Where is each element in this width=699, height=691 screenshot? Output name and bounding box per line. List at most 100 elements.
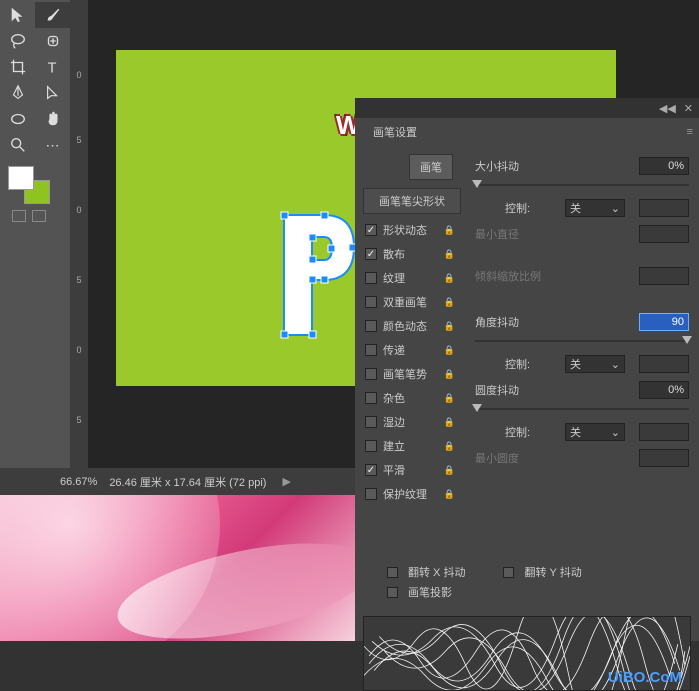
brush-option-row[interactable]: 纹理 🔒 (363, 266, 461, 290)
tools-panel: T ⋯ (0, 0, 70, 495)
brush-option-row[interactable]: 双重画笔🔒 (363, 290, 461, 314)
size-jitter-label: 大小抖动 (475, 158, 535, 174)
close-icon[interactable]: ✕ (684, 102, 693, 115)
tab-brush-settings[interactable]: 画笔设置 (365, 120, 425, 144)
option-label: 传递 (383, 342, 405, 358)
ruler-tick: 5 (72, 415, 86, 425)
option-checkbox[interactable] (365, 464, 377, 476)
quickmask-toggle[interactable] (12, 210, 26, 222)
brush-preview: UiBO.CoM (363, 616, 691, 691)
crop-tool[interactable] (0, 54, 35, 80)
brush-settings-panel: ◀◀ ✕ 画笔设置 ≡ 画笔 画笔笔尖形状 形状动态🔒散布🔒纹理🔒双重画笔🔒颜色… (355, 98, 699, 641)
more-tools[interactable]: ⋯ (35, 132, 70, 158)
brush-option-row[interactable]: 传递 🔒 (363, 338, 461, 362)
brush-option-row[interactable]: 杂色 🔒 (363, 386, 461, 410)
brush-option-row[interactable]: 保护纹理🔒 (363, 482, 461, 506)
lock-icon[interactable]: 🔒 (444, 441, 455, 452)
tilt-scale-label: 倾斜缩放比例 (475, 268, 555, 284)
panel-menu-icon[interactable]: ≡ (687, 126, 693, 138)
type-tool[interactable]: T (35, 54, 70, 80)
angle-jitter-input[interactable] (639, 313, 689, 331)
flip-y-checkbox[interactable] (503, 567, 514, 578)
option-checkbox[interactable] (365, 440, 377, 452)
option-label: 形状动态 (383, 222, 427, 238)
brush-projection-label: 画笔投影 (408, 584, 452, 600)
brush-option-row[interactable]: 建立🔒 (363, 434, 461, 458)
move-tool[interactable] (0, 2, 35, 28)
ruler-tick: 5 (72, 135, 86, 145)
brush-projection-checkbox[interactable] (387, 587, 398, 598)
option-checkbox[interactable] (365, 248, 377, 260)
option-checkbox[interactable] (365, 272, 377, 284)
brush-button[interactable]: 画笔 (409, 154, 453, 180)
angle-control-dropdown[interactable]: 关⌄ (565, 355, 625, 373)
brush-option-row[interactable]: 平滑🔒 (363, 458, 461, 482)
roundness-control-dropdown[interactable]: 关⌄ (565, 423, 625, 441)
option-label: 杂色 (383, 390, 405, 406)
angle-control-input (639, 355, 689, 373)
panel-header: ◀◀ ✕ (355, 98, 699, 118)
ruler-tick: 0 (72, 345, 86, 355)
roundness-jitter-input[interactable] (639, 381, 689, 399)
brush-tip-shape-header[interactable]: 画笔笔尖形状 (363, 188, 461, 214)
brush-option-row[interactable]: 散布 🔒 (363, 242, 461, 266)
option-checkbox[interactable] (365, 296, 377, 308)
zoom-tool[interactable] (0, 132, 35, 158)
control-label-3: 控制: (505, 424, 565, 440)
lasso-tool[interactable] (0, 28, 35, 54)
control-label: 控制: (505, 200, 565, 216)
option-checkbox[interactable] (365, 488, 377, 500)
size-jitter-slider[interactable] (475, 180, 689, 190)
collapse-icon[interactable]: ◀◀ (659, 102, 676, 115)
ruler-tick: 0 (72, 70, 86, 80)
lock-icon[interactable]: 🔒 (444, 273, 455, 284)
lock-icon[interactable]: 🔒 (444, 369, 455, 380)
hand-tool[interactable] (35, 106, 70, 132)
option-checkbox[interactable] (365, 224, 377, 236)
path-select-tool[interactable] (35, 80, 70, 106)
uibo-watermark: UiBO.CoM (608, 669, 682, 686)
option-label: 画笔笔势 (383, 366, 427, 382)
healing-tool[interactable] (35, 28, 70, 54)
roundness-jitter-slider[interactable] (475, 404, 689, 414)
option-label: 颜色动态 (383, 318, 427, 334)
chevron-right-icon[interactable]: ▶ (282, 475, 290, 488)
ruler-tick: 5 (72, 275, 86, 285)
flip-x-checkbox[interactable] (387, 567, 398, 578)
screenmode-toggle[interactable] (32, 210, 46, 222)
min-diameter-input (639, 225, 689, 243)
size-control-dropdown[interactable]: 关⌄ (565, 199, 625, 217)
brush-option-row[interactable]: 形状动态 🔒 (363, 218, 461, 242)
lock-icon[interactable]: 🔒 (444, 297, 455, 308)
angle-jitter-label: 角度抖动 (475, 314, 535, 330)
lock-icon[interactable]: 🔒 (444, 225, 455, 236)
shape-tool[interactable] (0, 106, 35, 132)
zoom-level[interactable]: 66.67% (60, 476, 97, 488)
lock-icon[interactable]: 🔒 (444, 465, 455, 476)
option-checkbox[interactable] (365, 368, 377, 380)
foreground-color[interactable] (8, 166, 34, 190)
option-label: 散布 (383, 246, 405, 262)
brush-option-row[interactable]: 颜色动态 🔒 (363, 314, 461, 338)
option-checkbox[interactable] (365, 392, 377, 404)
option-checkbox[interactable] (365, 416, 377, 428)
pen-tool[interactable] (0, 80, 35, 106)
lock-icon[interactable]: 🔒 (444, 393, 455, 404)
lock-icon[interactable]: 🔒 (444, 417, 455, 428)
brush-option-row[interactable]: 湿边🔒 (363, 410, 461, 434)
min-diameter-label: 最小直径 (475, 226, 535, 242)
letter-p-shape[interactable] (274, 205, 364, 345)
color-swatches[interactable] (8, 166, 50, 204)
size-jitter-input[interactable] (639, 157, 689, 175)
option-label: 纹理 (383, 270, 405, 286)
option-checkbox[interactable] (365, 344, 377, 356)
lock-icon[interactable]: 🔒 (444, 249, 455, 260)
lock-icon[interactable]: 🔒 (444, 345, 455, 356)
option-checkbox[interactable] (365, 320, 377, 332)
min-roundness-input (639, 449, 689, 467)
lock-icon[interactable]: 🔒 (444, 489, 455, 500)
brush-tool[interactable] (35, 2, 70, 28)
angle-jitter-slider[interactable] (475, 336, 689, 346)
lock-icon[interactable]: 🔒 (444, 321, 455, 332)
brush-option-row[interactable]: 画笔笔势 🔒 (363, 362, 461, 386)
